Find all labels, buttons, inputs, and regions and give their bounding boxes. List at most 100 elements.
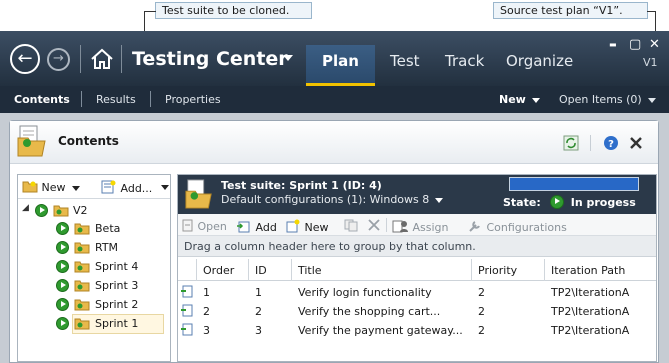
column-header-order[interactable]: Order [203, 264, 234, 277]
chevron-down-icon [531, 97, 540, 103]
cell-iteration-path: TP2\IterationA [551, 286, 630, 299]
cell-title: Verify login functionality [298, 286, 432, 299]
column-divider[interactable] [291, 259, 292, 281]
add-button[interactable]: Add [236, 219, 277, 234]
close-window-button[interactable]: ✕ [649, 37, 660, 52]
run-status-icon [35, 204, 48, 217]
refresh-icon[interactable] [563, 135, 579, 151]
collapse-icon[interactable]: ◢ [22, 203, 29, 213]
test-suite-pane: Test suite: Sprint 1 (ID: 4) Default con… [177, 174, 657, 362]
new-test-case-button[interactable]: New [285, 219, 329, 234]
minimize-button[interactable]: ▬ [609, 40, 617, 49]
add-label: Add [255, 221, 277, 234]
run-status-icon [56, 317, 69, 330]
chevron-down-icon [71, 185, 80, 191]
tree-node-rtm[interactable]: RTM [56, 240, 156, 258]
suite-folder-icon [74, 299, 90, 311]
suite-config-label: Default configurations (1): Windows 8 [221, 193, 430, 206]
assign-label: Assign [412, 221, 449, 234]
copy-icon[interactable] [344, 219, 358, 232]
suite-folder-icon [74, 318, 90, 330]
tree-node-sprint-2[interactable]: Sprint 2 [56, 297, 156, 315]
subnav-properties[interactable]: Properties [165, 93, 221, 106]
remove-icon[interactable] [368, 219, 380, 231]
subnav-divider [150, 91, 151, 107]
tree-node-label: Sprint 4 [95, 260, 139, 273]
suite-folder-icon [74, 223, 90, 235]
contents-panel: Contents ? New Add... ◢ V2 Beta RTM Spri… [9, 120, 659, 363]
back-button[interactable]: ← [10, 44, 40, 74]
suite-configurations[interactable]: Default configurations (1): Windows 8 [221, 193, 444, 206]
subnav-contents[interactable]: Contents [14, 93, 70, 106]
chevron-down-icon[interactable] [161, 185, 169, 190]
suite-progress-bar [509, 177, 639, 191]
chevron-down-icon [435, 197, 444, 203]
cell-id: 2 [255, 305, 262, 318]
column-header-id[interactable]: ID [255, 264, 267, 277]
configurations-button[interactable]: Configurations [468, 219, 567, 234]
new-menu[interactable]: New [499, 93, 540, 106]
open-label: Open [197, 220, 227, 233]
table-row[interactable]: 2 2 Verify the shopping cart... 2 TP2\It… [178, 302, 656, 320]
table-row[interactable]: 3 3 Verify the payment gateway... 2 TP2\… [178, 321, 656, 339]
tree-node-sprint-3[interactable]: Sprint 3 [56, 278, 156, 296]
cell-iteration-path: TP2\IterationA [551, 324, 630, 337]
in-progress-icon [550, 195, 565, 209]
testing-center-window: ← → Testing Center Plan Test Track Organ… [0, 31, 669, 363]
tree-node-label: Sprint 2 [95, 298, 139, 311]
assign-tester-icon [392, 220, 408, 233]
open-items-menu[interactable]: Open Items (0) [559, 93, 656, 106]
open-items-label: Open Items (0) [559, 93, 642, 106]
app-title: Testing Center [132, 48, 288, 70]
suite-toolbar: Open Add New Assign Configurations [178, 214, 656, 236]
assign-button[interactable]: Assign [392, 219, 449, 234]
test-case-icon [181, 285, 193, 298]
tree-add-button[interactable]: Add... [100, 180, 152, 195]
tree-node-root[interactable]: ◢ V2 [22, 203, 170, 221]
app-menu-dropdown[interactable] [283, 55, 293, 61]
home-icon[interactable] [90, 48, 114, 70]
run-status-icon [56, 279, 69, 292]
cell-iteration-path: TP2\IterationA [551, 305, 630, 318]
callout-source-test-plan: Source test plan “V1”. [493, 2, 648, 19]
forward-button[interactable]: → [47, 48, 70, 71]
tab-test[interactable]: Test [390, 52, 420, 70]
title-divider [121, 45, 122, 73]
suite-folder-icon [74, 280, 90, 292]
tree-node-sprint-1[interactable]: Sprint 1 [56, 314, 166, 334]
chevron-down-icon [647, 97, 656, 103]
new-label: New [304, 221, 329, 234]
column-header-iteration-path[interactable]: Iteration Path [551, 264, 625, 277]
state-value: In progess [570, 196, 636, 209]
column-divider[interactable] [544, 259, 545, 281]
cell-title: Verify the shopping cart... [298, 305, 441, 318]
cell-priority: 2 [478, 286, 485, 299]
column-divider[interactable] [196, 259, 197, 281]
column-divider[interactable] [248, 259, 249, 281]
configurations-label: Configurations [486, 221, 567, 234]
tab-organize[interactable]: Organize [506, 52, 573, 70]
subnav-results[interactable]: Results [96, 93, 136, 106]
tab-plan[interactable]: Plan [306, 45, 375, 86]
tree-node-label: Sprint 1 [95, 317, 139, 330]
contents-header: Contents ? [10, 121, 658, 164]
tree-new-button[interactable]: New [22, 180, 80, 194]
arrow-left-icon: ← [17, 48, 33, 69]
column-header-priority[interactable]: Priority [478, 264, 517, 277]
tree-node-label: V2 [73, 204, 88, 217]
tree-node-sprint-4[interactable]: Sprint 4 [56, 259, 156, 277]
open-button[interactable]: Open [182, 219, 227, 233]
state-label: State: [503, 196, 541, 209]
tree-node-beta[interactable]: Beta [56, 221, 156, 239]
open-icon [182, 219, 193, 232]
tab-track[interactable]: Track [445, 52, 484, 70]
suite-folder-icon [74, 242, 90, 254]
close-icon[interactable] [628, 135, 644, 151]
suite-folder-icon [185, 179, 212, 209]
tree-new-label: New [41, 181, 66, 194]
help-icon[interactable]: ? [603, 135, 619, 151]
table-row[interactable]: 1 1 Verify login functionality 2 TP2\Ite… [178, 283, 656, 301]
restore-button[interactable]: ▢ [629, 37, 641, 52]
column-header-title[interactable]: Title [298, 264, 322, 277]
column-divider[interactable] [471, 259, 472, 281]
